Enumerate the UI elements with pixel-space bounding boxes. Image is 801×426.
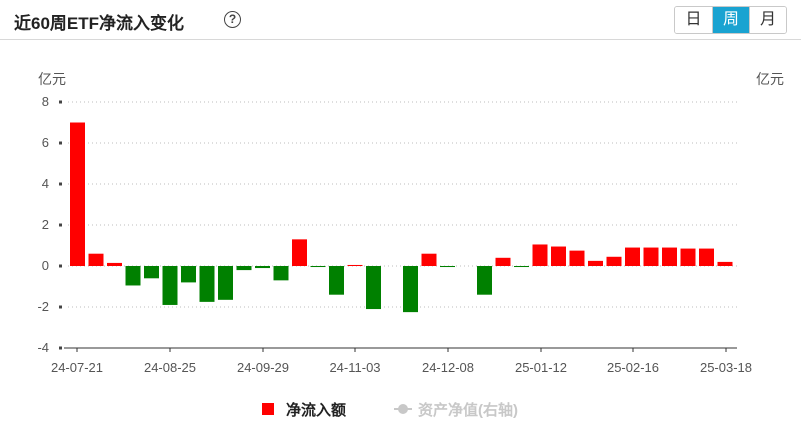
legend-label: 资产净值(右轴)	[418, 401, 518, 419]
y-tick-label: -4	[37, 340, 49, 355]
x-axis: 24-07-21 24-08-25 24-09-29 24-11-03 24-12-08…	[51, 347, 752, 375]
right-axis-unit: 亿元	[756, 71, 784, 87]
bar[interactable]	[329, 266, 344, 295]
y-tick-mark	[59, 141, 62, 145]
bar[interactable]	[162, 266, 178, 305]
bar[interactable]	[569, 250, 585, 266]
legend-item-net-inflow[interactable]: 净流入额	[262, 398, 346, 420]
question-circle-icon[interactable]: ?	[224, 11, 241, 28]
bar[interactable]	[292, 239, 307, 266]
bar[interactable]	[625, 247, 640, 266]
tab-week[interactable]: 周	[712, 7, 749, 33]
net-inflow-chart: 亿元 亿元 -4 -2 0 2 4 6 8 24-07-21 24-08-25 24-09-29…	[37, 71, 784, 375]
bar[interactable]	[70, 122, 85, 267]
y-tick-label: -2	[37, 299, 49, 314]
bar[interactable]	[310, 266, 326, 268]
x-tick-label: 25-02-16	[607, 360, 659, 375]
bar[interactable]	[717, 261, 733, 266]
bar[interactable]	[440, 266, 455, 268]
bar[interactable]	[403, 266, 418, 313]
bar[interactable]	[88, 253, 104, 266]
y-tick-mark	[59, 100, 62, 104]
bar[interactable]	[366, 266, 381, 310]
bar[interactable]	[477, 266, 492, 295]
bar[interactable]	[495, 257, 511, 266]
bar[interactable]	[273, 266, 289, 281]
y-axis: -4 -2 0 2 4 6 8	[37, 94, 62, 355]
y-tick-label: 4	[42, 176, 49, 191]
bar[interactable]	[606, 256, 622, 266]
y-tick-mark	[59, 182, 62, 186]
x-tick-label: 25-01-12	[515, 360, 567, 375]
bar[interactable]	[643, 247, 659, 266]
bar[interactable]	[551, 246, 566, 266]
y-tick-label: 2	[42, 217, 49, 232]
x-tick-label: 24-11-03	[329, 360, 380, 375]
legend-swatch-red	[262, 403, 274, 415]
y-tick-label: 6	[42, 135, 49, 150]
chart-legend: 净流入额 资产净值(右轴)	[0, 398, 801, 422]
bar[interactable]	[347, 264, 363, 266]
bar[interactable]	[144, 266, 159, 279]
bar[interactable]	[125, 266, 141, 286]
bars	[70, 122, 733, 313]
bar[interactable]	[514, 266, 529, 268]
bar[interactable]	[218, 266, 233, 300]
y-tick-mark	[59, 223, 62, 227]
bar[interactable]	[236, 266, 252, 271]
legend-line-marker-icon	[394, 403, 412, 415]
tab-month[interactable]: 月	[749, 7, 786, 33]
grid-lines	[68, 101, 737, 349]
x-tick-label: 24-07-21	[51, 360, 103, 375]
bar[interactable]	[588, 260, 603, 266]
x-tick-label: 24-09-29	[237, 360, 289, 375]
bar[interactable]	[421, 253, 437, 266]
bar[interactable]	[199, 266, 215, 302]
bar[interactable]	[532, 244, 548, 266]
chart-title: 近60周ETF净流入变化	[14, 14, 185, 33]
y-tick-mark	[59, 346, 62, 350]
bar[interactable]	[662, 247, 677, 266]
y-tick-mark	[59, 264, 62, 268]
bar[interactable]	[699, 248, 714, 266]
x-tick-label: 24-08-25	[144, 360, 196, 375]
bar[interactable]	[181, 266, 196, 283]
legend-item-net-asset-value[interactable]: 资产净值(右轴)	[394, 398, 518, 420]
chart-header: 近60周ETF净流入变化 ? 日 周 月	[0, 0, 801, 40]
x-tick-label: 25-03-18	[700, 360, 752, 375]
y-tick-label: 0	[42, 258, 49, 273]
bar[interactable]	[107, 262, 122, 266]
tab-day[interactable]: 日	[675, 7, 712, 33]
bar[interactable]	[680, 248, 696, 266]
x-tick-label: 24-12-08	[422, 360, 474, 375]
left-axis-unit: 亿元	[38, 71, 66, 87]
period-tabs: 日 周 月	[674, 6, 787, 34]
y-tick-mark	[59, 305, 62, 309]
bar[interactable]	[255, 266, 270, 269]
legend-label: 净流入额	[286, 401, 347, 419]
y-tick-label: 8	[42, 94, 49, 109]
